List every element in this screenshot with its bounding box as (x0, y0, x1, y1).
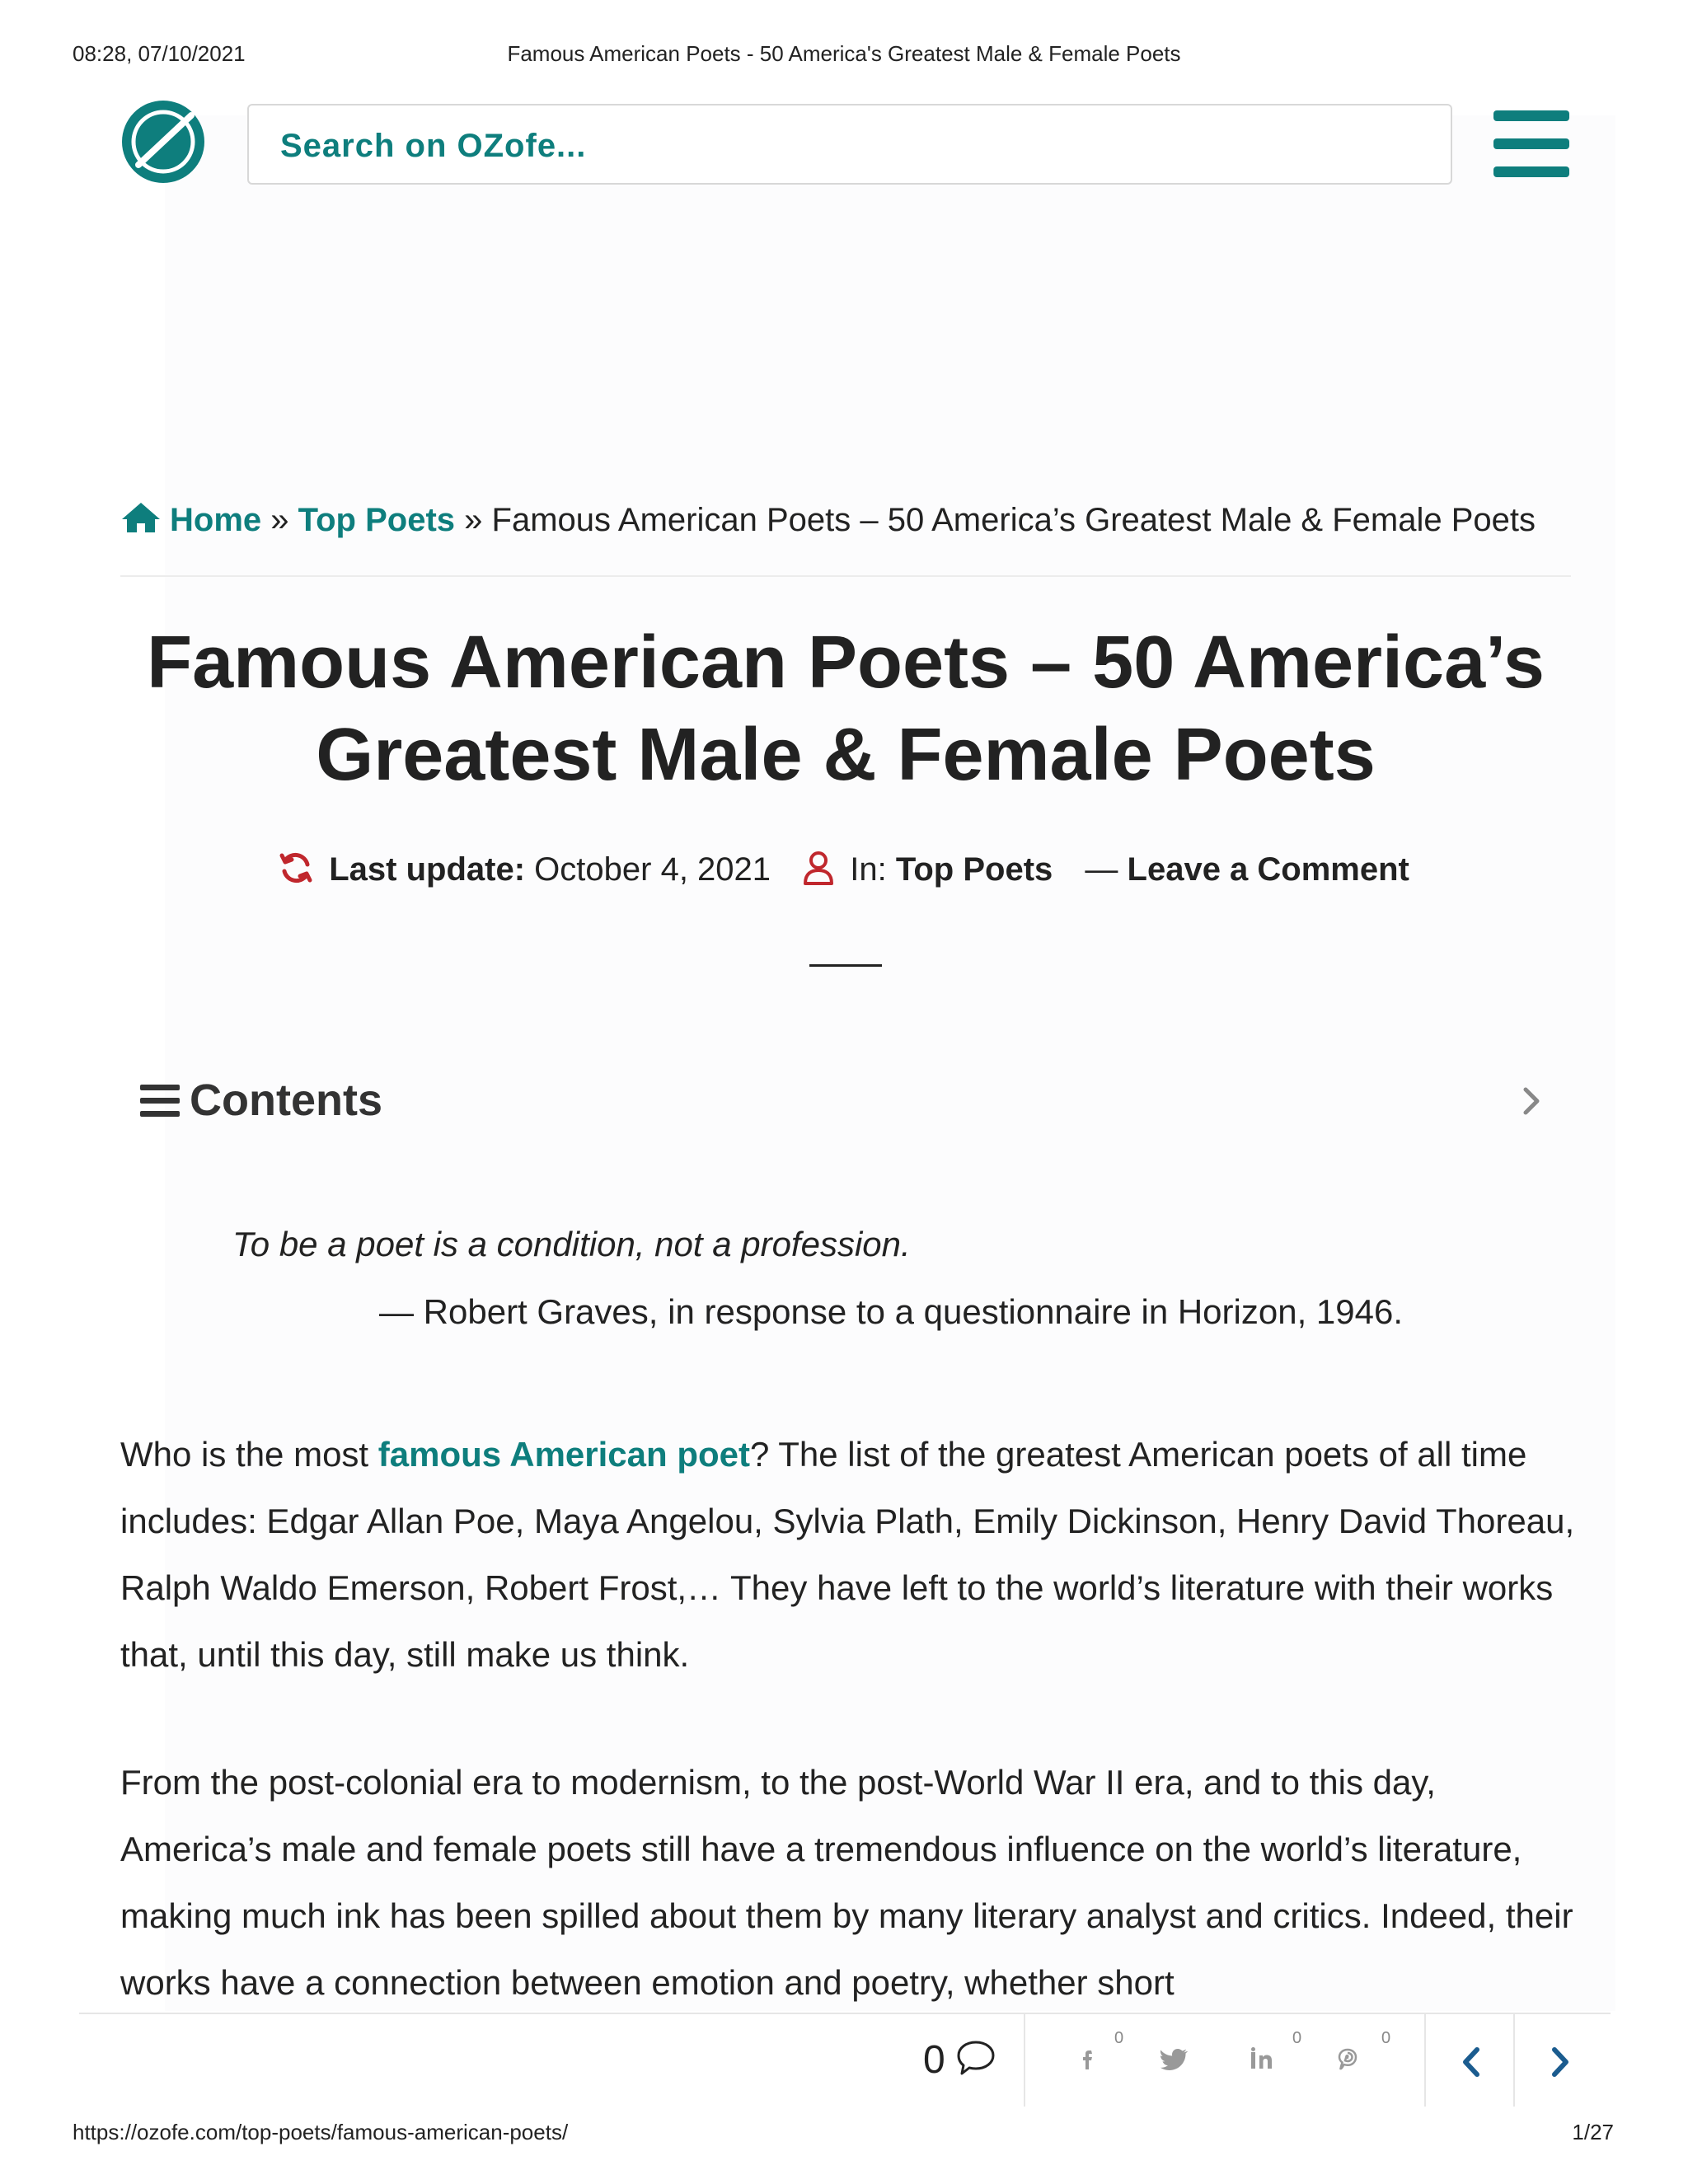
hamburger-menu-icon[interactable] (1493, 110, 1569, 178)
facebook-share-count: 0 (1114, 2029, 1124, 2047)
print-footer: https://ozofe.com/top-poets/famous-ameri… (0, 2120, 1688, 2146)
pinterest-share-count: 0 (1292, 2029, 1302, 2047)
refresh-icon (279, 851, 329, 888)
famous-american-poet-link[interactable]: famous American poet (378, 1435, 750, 1474)
share-bar-divider (1513, 2014, 1515, 2107)
share-bar-divider (1424, 2014, 1426, 2107)
breadcrumb-divider (120, 575, 1571, 577)
page-title-line-2: Greatest Male & Female Poets (316, 714, 1376, 796)
breadcrumb-category-link[interactable]: Top Poets (298, 502, 455, 538)
reddit-icon[interactable] (1335, 2047, 1360, 2076)
next-article-button[interactable] (1546, 2046, 1574, 2083)
in-label: In: (850, 851, 887, 888)
facebook-icon[interactable] (1076, 2047, 1101, 2076)
comment-bubble-icon[interactable] (956, 2039, 996, 2081)
home-icon[interactable] (120, 501, 162, 542)
breadcrumb: Home » Top Poets » Famous American Poets… (120, 501, 1536, 542)
print-header: 08:28, 07/10/2021 Famous American Poets … (0, 41, 1688, 68)
last-update-date: October 4, 2021 (534, 851, 771, 888)
meta-category-link[interactable]: Top Poets (896, 851, 1053, 888)
reddit-share-count: 0 (1381, 2029, 1391, 2047)
user-icon (803, 851, 850, 888)
share-bar-divider (1024, 2014, 1025, 2107)
breadcrumb-separator: » (270, 502, 289, 538)
chevron-right-icon[interactable] (1522, 1086, 1541, 1120)
leave-comment-link[interactable]: Leave a Comment (1128, 851, 1409, 888)
comment-count: 0 (923, 2038, 945, 2082)
twitter-icon[interactable] (1160, 2047, 1189, 2076)
page-title-line-1: Famous American Poets – 50 America’s (147, 621, 1545, 704)
contents-label: Contents (190, 1076, 382, 1125)
comment-meta: — Leave a Comment (1085, 851, 1409, 888)
pinterest-icon[interactable] (1250, 2047, 1274, 2076)
breadcrumb-current: Famous American Poets – 50 America’s Gre… (491, 502, 1536, 538)
last-update-meta: Last update: October 4, 2021 (279, 851, 771, 888)
share-bar: 0 0 0 0 (79, 2013, 1611, 2107)
breadcrumb-separator: » (464, 502, 483, 538)
ozofe-logo-icon[interactable] (120, 99, 206, 185)
breadcrumb-home-link[interactable]: Home (170, 502, 261, 538)
search-input[interactable]: Search on OZofe... (247, 104, 1452, 185)
print-doc-title: Famous American Poets - 50 America's Gre… (507, 41, 1181, 66)
page-title: Famous American Poets – 50 America’s Gre… (120, 616, 1571, 801)
meta-dash: — (1085, 851, 1118, 888)
print-page-number: 1/27 (1572, 2120, 1614, 2144)
post-meta: Last update: October 4, 2021 In: Top Poe… (0, 851, 1688, 888)
list-lines-icon (140, 1083, 180, 1123)
previous-article-button[interactable] (1457, 2046, 1485, 2083)
epigraph-quote: To be a poet is a condition, not a profe… (232, 1225, 911, 1263)
category-meta: In: Top Poets (803, 851, 1053, 888)
search-placeholder: Search on OZofe... (280, 128, 587, 164)
page-background (165, 115, 1615, 2011)
meta-divider (809, 964, 882, 967)
table-of-contents-toggle[interactable]: Contents (140, 1071, 1541, 1129)
body-paragraph: From the post-colonial era to modernism,… (120, 1763, 1573, 2002)
intro-paragraph: Who is the most famous American poet? Th… (120, 1421, 1587, 1688)
last-update-label: Last update: (329, 851, 526, 888)
print-url: https://ozofe.com/top-poets/famous-ameri… (73, 2120, 569, 2144)
intro-text-before: Who is the most (120, 1435, 378, 1474)
epigraph-attribution: — Robert Graves, in response to a questi… (379, 1292, 1404, 1331)
